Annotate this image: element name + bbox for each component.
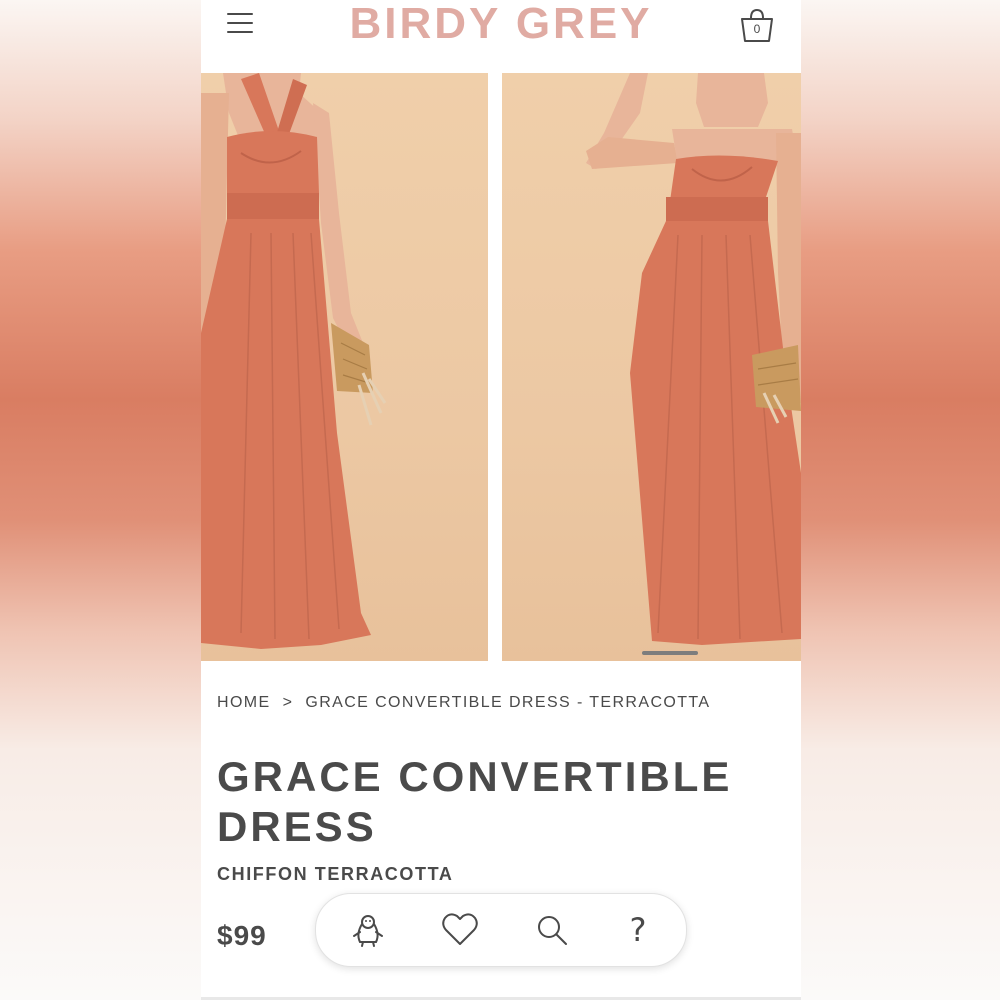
heart-icon — [442, 913, 478, 945]
shopping-bag-button[interactable]: 0 — [737, 4, 777, 44]
product-image-gallery — [201, 73, 801, 661]
gallery-scroll-indicator[interactable] — [642, 651, 698, 655]
breadcrumb: HOME > GRACE CONVERTIBLE DRESS - TERRACOTT… — [217, 694, 711, 712]
penguin-icon — [353, 915, 383, 947]
search-icon — [538, 916, 567, 945]
brand-logo[interactable]: BIRDY GREY — [201, 0, 801, 48]
product-title: GRACE CONVERTIBLE DRESS — [217, 753, 733, 850]
help-button[interactable]: ? — [618, 910, 658, 950]
dress-strapless-illustration — [586, 73, 801, 645]
penguin-button[interactable] — [348, 910, 388, 950]
wishlist-button[interactable] — [440, 910, 480, 950]
product-photo-strapless[interactable] — [502, 73, 801, 661]
product-fabric-color: CHIFFON TERRACOTTA — [217, 864, 454, 884]
breadcrumb-separator: > — [282, 694, 294, 711]
cart-count-badge: 0 — [753, 22, 761, 36]
breadcrumb-current: GRACE CONVERTIBLE DRESS - TERRACOTTA — [305, 694, 711, 711]
search-button[interactable] — [532, 910, 572, 950]
product-photo-halter[interactable] — [201, 73, 488, 661]
help-icon: ? — [629, 911, 647, 949]
product-price: $99 — [217, 920, 267, 951]
dress-halter-illustration — [201, 73, 387, 649]
breadcrumb-home-link[interactable]: HOME — [217, 694, 271, 711]
floating-toolbar: ? — [315, 893, 687, 967]
site-header: BIRDY GREY 0 — [201, 0, 801, 72]
phone-screen: BIRDY GREY 0 HOME > GRACE CONVERTIBLE DR… — [201, 0, 801, 1000]
